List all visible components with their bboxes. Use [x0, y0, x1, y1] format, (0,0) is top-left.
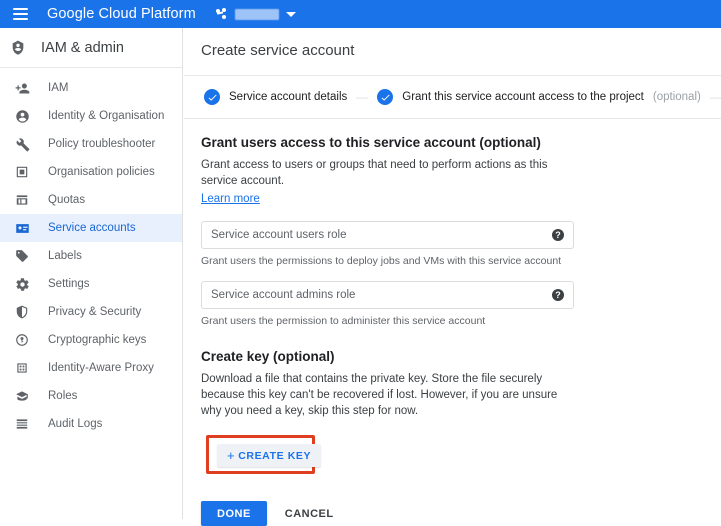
brand-title: Google Cloud Platform [47, 6, 196, 22]
footer-buttons: DONE CANCEL [201, 501, 721, 526]
create-key-zone: + CREATE KEY [201, 435, 721, 477]
project-name-redacted [235, 9, 279, 20]
service-account-users-role-placeholder: Service account users role [211, 229, 552, 241]
identity-aware-proxy-icon [14, 360, 30, 376]
sidebar-item-identity-aware-proxy[interactable]: Identity-Aware Proxy [0, 354, 182, 382]
sidebar-item-label: Quotas [48, 194, 85, 206]
service-account-admins-role-field[interactable]: Service account admins role ? [201, 281, 574, 309]
sidebar-item-audit-logs[interactable]: Audit Logs [0, 410, 182, 438]
sidebar-item-identity-organisation[interactable]: Identity & Organisation [0, 102, 182, 130]
sidebar-item-organisation-policies[interactable]: Organisation policies [0, 158, 182, 186]
project-selector-icon [216, 8, 228, 20]
sidebar-item-labels[interactable]: Labels [0, 242, 182, 270]
label-tag-icon [14, 248, 30, 264]
check-circle-icon [204, 89, 220, 105]
sidebar-item-label: Policy troubleshooter [48, 138, 155, 150]
sidebar-header: IAM & admin [0, 28, 182, 68]
sidebar-item-label: Audit Logs [48, 418, 102, 430]
grant-users-title: Grant users access to this service accou… [201, 135, 721, 150]
sidebar-item-label: Settings [48, 278, 90, 290]
sidebar-item-privacy-security[interactable]: Privacy & Security [0, 298, 182, 326]
sidebar-item-label: Labels [48, 250, 82, 262]
sidebar-item-quotas[interactable]: Quotas [0, 186, 182, 214]
wizard-stepper: Service account details — Grant this ser… [184, 76, 721, 118]
top-app-bar: Google Cloud Platform [0, 0, 721, 28]
sidebar-item-label: Identity-Aware Proxy [48, 362, 154, 374]
shield-person-icon [10, 40, 26, 56]
sidebar-item-label: Privacy & Security [48, 306, 141, 318]
sidebar-item-settings[interactable]: Settings [0, 270, 182, 298]
check-circle-icon [377, 89, 393, 105]
help-circle-icon[interactable]: ? [552, 229, 564, 241]
hamburger-menu-icon[interactable] [6, 0, 34, 28]
sidebar-item-policy-troubleshooter[interactable]: Policy troubleshooter [0, 130, 182, 158]
quotas-icon [14, 192, 30, 208]
sidebar-item-label: Cryptographic keys [48, 334, 146, 346]
stepper-step1-label[interactable]: Service account details [229, 91, 347, 103]
grant-users-description: Grant access to users or groups that nee… [201, 157, 576, 189]
create-key-button-label: CREATE KEY [238, 450, 311, 462]
stepper-dash: — [710, 90, 721, 104]
sidebar-item-label: IAM [48, 82, 68, 94]
sidebar-nav: IAM Identity & Organisation Policy troub… [0, 68, 182, 438]
page-title: Create service account [184, 28, 721, 59]
help-circle-icon[interactable]: ? [552, 289, 564, 301]
sidebar-header-title: IAM & admin [41, 40, 124, 56]
sidebar-item-service-accounts[interactable]: Service accounts [0, 214, 182, 242]
crypto-key-icon [14, 332, 30, 348]
wrench-icon [14, 136, 30, 152]
account-circle-icon [14, 108, 30, 124]
audit-logs-icon [14, 416, 30, 432]
create-key-description: Download a file that contains the privat… [201, 371, 576, 419]
sidebar-item-label: Roles [48, 390, 77, 402]
cancel-button[interactable]: CANCEL [281, 508, 338, 520]
stepper-step2-label[interactable]: Grant this service account access to the… [402, 91, 644, 103]
service-account-admins-role-hint: Grant users the permission to administer… [201, 315, 721, 327]
gear-icon [14, 276, 30, 292]
organisation-policy-icon [14, 164, 30, 180]
create-key-title: Create key (optional) [201, 349, 721, 364]
service-account-users-role-hint: Grant users the permissions to deploy jo… [201, 255, 721, 267]
service-account-admins-role-placeholder: Service account admins role [211, 289, 552, 301]
sidebar-item-cryptographic-keys[interactable]: Cryptographic keys [0, 326, 182, 354]
stepper-dash: — [356, 90, 368, 104]
privacy-shield-icon [14, 304, 30, 320]
sidebar: IAM & admin IAM Identity & Organisation … [0, 28, 183, 519]
sidebar-item-iam[interactable]: IAM [0, 74, 182, 102]
main-content: Create service account Service account d… [184, 28, 721, 519]
chevron-down-icon[interactable] [286, 12, 296, 17]
learn-more-link[interactable]: Learn more [201, 193, 260, 205]
create-key-button[interactable]: + CREATE KEY [217, 444, 321, 467]
plus-icon: + [227, 448, 235, 463]
service-account-icon [14, 220, 30, 236]
stepper-step2-optional: (optional) [653, 91, 701, 103]
service-account-users-role-field[interactable]: Service account users role ? [201, 221, 574, 249]
person-add-icon [14, 80, 30, 96]
sidebar-item-label: Organisation policies [48, 166, 155, 178]
form-content: Grant users access to this service accou… [184, 119, 721, 526]
project-selector[interactable] [216, 8, 296, 20]
done-button[interactable]: DONE [201, 501, 267, 526]
roles-icon [14, 388, 30, 404]
sidebar-item-roles[interactable]: Roles [0, 382, 182, 410]
sidebar-item-label: Service accounts [48, 222, 136, 234]
sidebar-item-label: Identity & Organisation [48, 110, 164, 122]
